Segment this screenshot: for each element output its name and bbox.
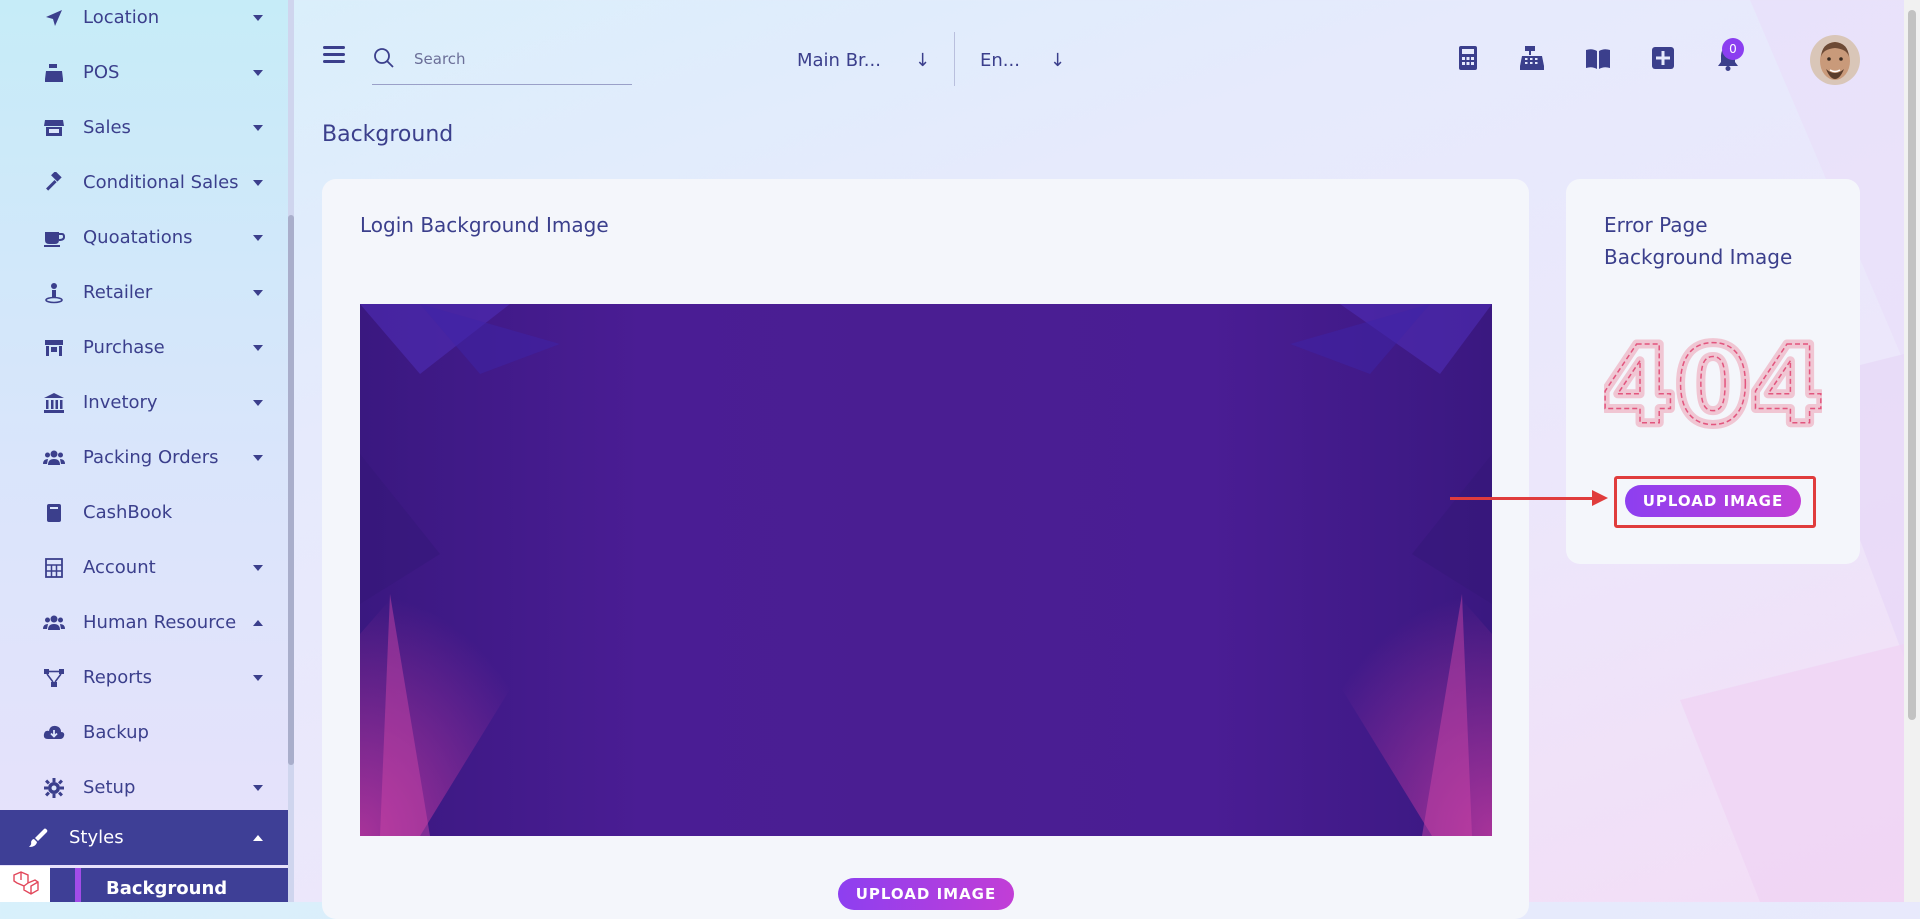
caret-down-icon <box>253 234 263 241</box>
sidebar-item-label: Location <box>83 7 160 28</box>
branch-select-value: Main Br... <box>797 49 881 71</box>
location-arrow-icon <box>43 7 65 29</box>
search-input[interactable] <box>412 46 616 72</box>
sidebar-item-label: Conditional Sales <box>83 172 239 193</box>
sidebar-item-label: Quoatations <box>83 227 193 248</box>
caret-down-icon <box>253 14 263 21</box>
laravel-logo-icon <box>0 866 50 902</box>
sidebar-item-label: Setup <box>83 777 136 798</box>
page-scrollbar-thumb[interactable] <box>1908 10 1916 720</box>
sidebar-item-label: Styles <box>69 827 124 848</box>
annotation-arrow-head <box>1592 490 1608 506</box>
search-icon <box>374 48 394 68</box>
sidebar-item-location[interactable]: Location <box>0 0 288 45</box>
login-upload-image-button[interactable]: UPLOAD IMAGE <box>838 878 1014 910</box>
sidebar-item-label: Sales <box>83 117 131 138</box>
paint-brush-icon <box>27 827 49 849</box>
caret-up-icon <box>253 834 263 841</box>
caret-down-icon <box>253 784 263 791</box>
annotation-arrow <box>1450 497 1595 500</box>
sidebar-item-label: POS <box>83 62 120 83</box>
open-book-icon[interactable] <box>1584 44 1612 72</box>
search-box <box>372 36 632 85</box>
sidebar-item-label: Packing Orders <box>83 447 219 468</box>
caret-down-icon <box>253 344 263 351</box>
sidebar-item-retailer[interactable]: Retailer <box>0 265 288 320</box>
hamburger-menu-button[interactable] <box>323 46 345 64</box>
caret-down-icon <box>253 124 263 131</box>
caret-down-icon <box>253 399 263 406</box>
caret-down-icon <box>253 69 263 76</box>
calculator-icon <box>43 557 65 579</box>
sidebar-item-quoatations[interactable]: Quoatations <box>0 210 288 265</box>
arrow-down-icon: ↓ <box>1050 49 1066 71</box>
error-card-title-line1: Error Page <box>1604 213 1708 237</box>
store-icon <box>43 117 65 139</box>
sidebar-item-label: Account <box>83 557 156 578</box>
page-scrollbar[interactable] <box>1904 0 1920 902</box>
caret-down-icon <box>253 289 263 296</box>
arrow-down-icon: ↓ <box>915 49 931 71</box>
sidebar-item-human-resource[interactable]: Human Resource <box>0 595 288 650</box>
page-title: Background <box>322 122 454 147</box>
error-card-title-line2: Background Image <box>1604 245 1793 269</box>
sidebar-item-label: CashBook <box>83 502 173 523</box>
annotation-highlight-box <box>1614 476 1816 528</box>
sidebar-scrollbar[interactable] <box>288 0 294 902</box>
sidebar-item-conditional-sales[interactable]: Conditional Sales <box>0 155 288 210</box>
cloud-download-icon <box>43 722 65 744</box>
language-select-value: En... <box>980 49 1020 71</box>
sidebar-item-label: Invetory <box>83 392 158 413</box>
sidebar-item-styles[interactable]: Styles <box>0 810 288 865</box>
plus-square-icon[interactable] <box>1649 44 1677 72</box>
caret-down-icon <box>253 454 263 461</box>
sidebar-item-account[interactable]: Account <box>0 540 288 595</box>
sidebar-item-cashbook[interactable]: CashBook <box>0 485 288 540</box>
language-select[interactable]: En... ↓ <box>980 40 1080 80</box>
sidebar-item-setup[interactable]: Setup <box>0 760 288 815</box>
person-icon <box>43 282 65 304</box>
gavel-icon <box>43 171 65 194</box>
gear-icon <box>43 777 65 799</box>
sidebar-item-sales[interactable]: Sales <box>0 100 288 155</box>
sidebar-item-packing-orders[interactable]: Packing Orders <box>0 430 288 485</box>
cash-register-icon <box>43 62 65 84</box>
sidebar-scrollbar-thumb[interactable] <box>288 215 294 765</box>
sidebar-item-backup[interactable]: Backup <box>0 705 288 760</box>
caret-down-icon <box>253 179 263 186</box>
shop-icon <box>43 337 65 359</box>
caret-up-icon <box>253 619 263 626</box>
project-diagram-icon <box>43 667 65 689</box>
users-icon <box>43 447 65 469</box>
login-background-preview <box>360 304 1492 836</box>
cash-register-icon[interactable] <box>1518 44 1546 72</box>
book-icon <box>43 502 65 524</box>
sidebar: Location POS Sales Conditional Sales Quoatat… <box>0 0 288 902</box>
notification-badge: 0 <box>1722 38 1744 60</box>
branch-select[interactable]: Main Br... ↓ <box>797 40 937 80</box>
sidebar-item-label: Backup <box>83 722 149 743</box>
sidebar-item-reports[interactable]: Reports <box>0 650 288 705</box>
sidebar-item-pos[interactable]: POS <box>0 45 288 100</box>
sidebar-subitem-label: Background <box>106 878 228 899</box>
coffee-cup-icon <box>43 227 65 249</box>
sidebar-item-label: Human Resource <box>83 612 237 633</box>
error-404-text-outline: 404 <box>1604 331 1822 441</box>
avatar[interactable] <box>1810 35 1860 85</box>
sidebar-item-label: Retailer <box>83 282 153 303</box>
header-divider <box>954 32 955 86</box>
sidebar-item-label: Purchase <box>83 337 165 358</box>
caret-down-icon <box>253 564 263 571</box>
sidebar-item-invetory[interactable]: Invetory <box>0 375 288 430</box>
login-card-title: Login Background Image <box>360 213 609 237</box>
active-indicator <box>75 868 81 902</box>
users-icon <box>43 612 65 634</box>
caret-down-icon <box>253 674 263 681</box>
calculator-icon[interactable] <box>1454 44 1482 72</box>
sidebar-item-purchase[interactable]: Purchase <box>0 320 288 375</box>
bank-icon <box>43 392 65 414</box>
error-404-preview: 404 404 <box>1604 331 1822 441</box>
sidebar-item-label: Reports <box>83 667 153 688</box>
